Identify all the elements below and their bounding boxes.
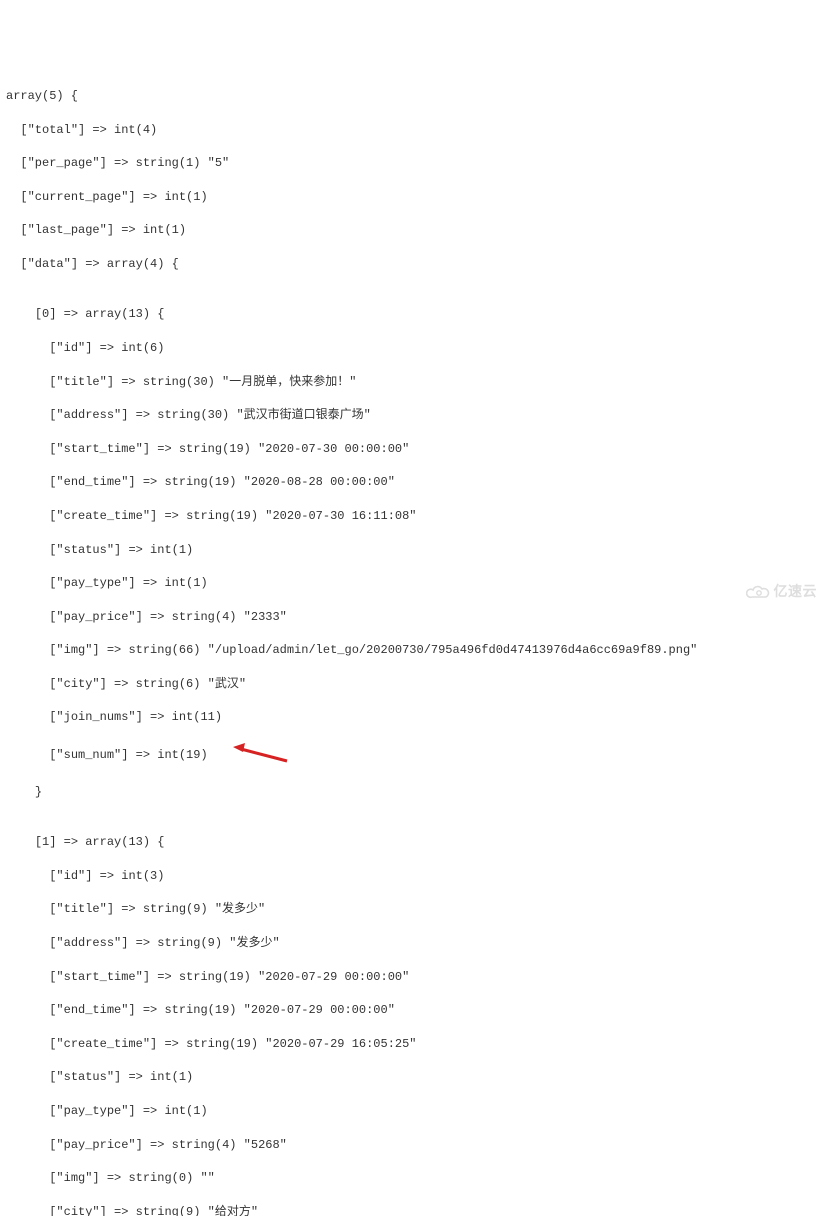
watermark: 亿速云	[746, 582, 818, 602]
current-page-line: ["current_page"] => int(1)	[6, 189, 819, 206]
highlight-arrow-icon	[229, 743, 289, 767]
data-header-line: ["data"] => array(4) {	[6, 256, 819, 273]
item-1-header: [1] => array(13) {	[6, 834, 819, 851]
watermark-text: 亿速云	[774, 582, 818, 602]
array-header: array(5) {	[6, 88, 819, 105]
cloud-icon	[746, 584, 772, 600]
item-0-close: }	[6, 784, 819, 801]
php-var-dump-block: array(5) { ["total"] => int(4) ["per_pag…	[6, 71, 819, 1216]
sum-num-line-0: ["sum_num"] => int(19)	[6, 743, 819, 767]
item-0-header: [0] => array(13) {	[6, 306, 819, 323]
total-line: ["total"] => int(4)	[6, 122, 819, 139]
last-page-line: ["last_page"] => int(1)	[6, 222, 819, 239]
per-page-line: ["per_page"] => string(1) "5"	[6, 155, 819, 172]
